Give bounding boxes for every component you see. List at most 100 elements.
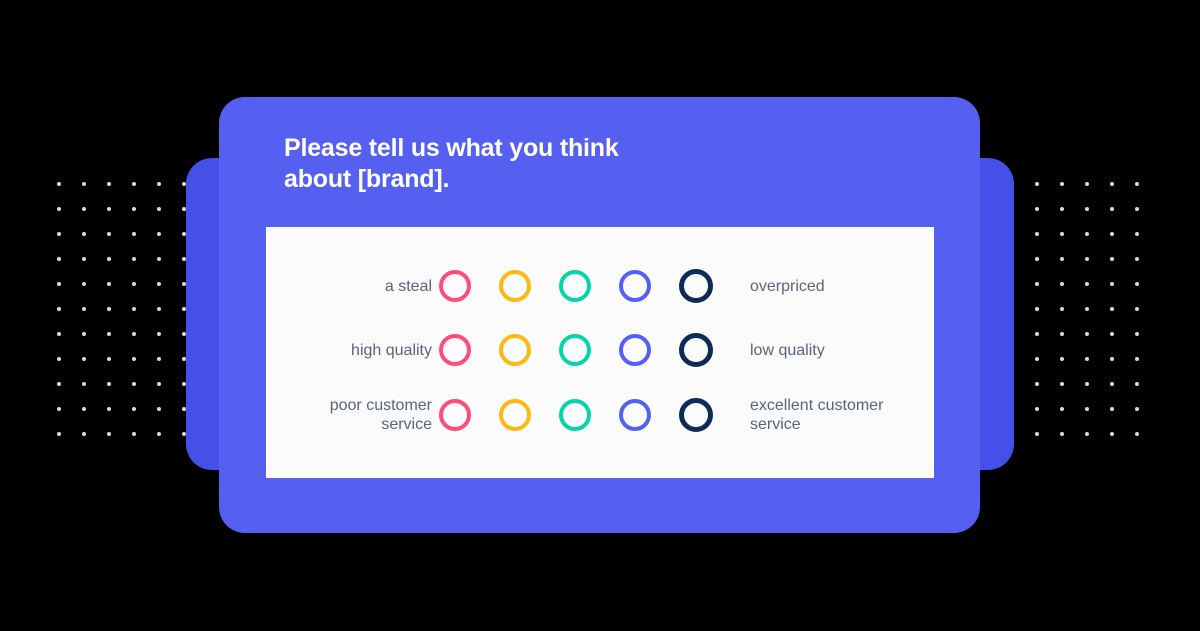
radio-price-option-5[interactable] <box>679 262 739 310</box>
decorative-dot <box>132 307 136 311</box>
circle-icon <box>679 269 713 303</box>
radio-customer-service-option-4[interactable] <box>619 391 679 439</box>
decorative-dot <box>157 307 161 311</box>
decorative-dot <box>132 232 136 236</box>
circle-icon <box>679 333 713 367</box>
row-label-left-quality: high quality <box>266 341 432 360</box>
decorative-dot <box>57 282 61 286</box>
radio-price-option-1[interactable] <box>439 262 499 310</box>
table-row: poor customer service excellent customer… <box>266 391 934 439</box>
decorative-dot <box>1110 232 1114 236</box>
decorative-dot <box>57 432 61 436</box>
decorative-dot <box>132 207 136 211</box>
decorative-dot <box>157 282 161 286</box>
circle-icon <box>559 399 591 431</box>
decorative-dot <box>107 257 111 261</box>
decorative-dot <box>157 382 161 386</box>
decorative-dot <box>1085 382 1089 386</box>
decorative-dot <box>132 282 136 286</box>
row-label-right-customer-service: excellent customer service <box>750 396 950 434</box>
decorative-dot <box>82 257 86 261</box>
decorative-dot <box>1035 257 1039 261</box>
decorative-dot <box>1060 332 1064 336</box>
decorative-dot <box>107 282 111 286</box>
decorative-dot <box>107 232 111 236</box>
circle-icon <box>439 270 471 302</box>
circle-icon <box>559 334 591 366</box>
decorative-dot <box>1085 207 1089 211</box>
decorative-dot <box>1060 307 1064 311</box>
rating-options-customer-service <box>439 391 739 439</box>
decorative-dot <box>157 407 161 411</box>
circle-icon <box>619 334 651 366</box>
decorative-dot <box>132 407 136 411</box>
decorative-dot <box>1035 207 1039 211</box>
row-label-left-line-2: service <box>381 416 432 433</box>
radio-quality-option-2[interactable] <box>499 326 559 374</box>
row-label-left-line-1: poor customer <box>329 397 432 414</box>
decorative-dot <box>1060 182 1064 186</box>
decorative-dot <box>1110 432 1114 436</box>
decorative-dot <box>1135 182 1139 186</box>
radio-quality-option-3[interactable] <box>559 326 619 374</box>
decorative-dot <box>82 282 86 286</box>
decorative-dot <box>57 232 61 236</box>
decorative-dot <box>157 357 161 361</box>
decorative-dot <box>107 357 111 361</box>
decorative-dot <box>107 332 111 336</box>
radio-quality-option-4[interactable] <box>619 326 679 374</box>
row-label-right-price: overpriced <box>750 277 950 296</box>
decorative-dot-field-left <box>57 182 191 442</box>
decorative-dot <box>82 382 86 386</box>
rating-options-price <box>439 262 739 310</box>
decorative-dot <box>1135 382 1139 386</box>
decorative-dot <box>107 382 111 386</box>
decorative-dot <box>1085 232 1089 236</box>
decorative-dot <box>1135 307 1139 311</box>
decorative-dot <box>1135 332 1139 336</box>
radio-customer-service-option-5[interactable] <box>679 391 739 439</box>
decorative-dot <box>1135 207 1139 211</box>
decorative-dot <box>1035 232 1039 236</box>
decorative-dot <box>107 432 111 436</box>
page-title-line-2: about [brand]. <box>284 165 450 193</box>
row-label-left-customer-service: poor customer service <box>266 396 432 434</box>
decorative-dot <box>1085 257 1089 261</box>
decorative-dot <box>1085 307 1089 311</box>
decorative-dot <box>1110 182 1114 186</box>
rating-options-quality <box>439 326 739 374</box>
decorative-dot <box>82 232 86 236</box>
decorative-dot <box>57 357 61 361</box>
decorative-dot <box>107 407 111 411</box>
radio-customer-service-option-2[interactable] <box>499 391 559 439</box>
decorative-dot <box>1035 357 1039 361</box>
decorative-dot <box>1135 407 1139 411</box>
radio-quality-option-5[interactable] <box>679 326 739 374</box>
decorative-dot <box>157 182 161 186</box>
radio-price-option-3[interactable] <box>559 262 619 310</box>
radio-price-option-4[interactable] <box>619 262 679 310</box>
decorative-dot <box>1085 282 1089 286</box>
circle-icon <box>499 270 531 302</box>
radio-customer-service-option-1[interactable] <box>439 391 499 439</box>
decorative-dot <box>1060 232 1064 236</box>
decorative-dot <box>132 432 136 436</box>
rating-matrix-panel: a steal overpriced high quality low qual… <box>266 227 934 478</box>
radio-quality-option-1[interactable] <box>439 326 499 374</box>
decorative-dot <box>57 257 61 261</box>
decorative-dot <box>82 407 86 411</box>
decorative-dot <box>1085 357 1089 361</box>
decorative-dot <box>1135 357 1139 361</box>
radio-customer-service-option-3[interactable] <box>559 391 619 439</box>
decorative-dot <box>157 432 161 436</box>
row-label-right-line-1: excellent customer <box>750 397 884 414</box>
circle-icon <box>619 399 651 431</box>
decorative-dot <box>1035 407 1039 411</box>
decorative-dot <box>1085 432 1089 436</box>
decorative-dot <box>82 332 86 336</box>
decorative-dot <box>1060 432 1064 436</box>
decorative-dot <box>1035 382 1039 386</box>
radio-price-option-2[interactable] <box>499 262 559 310</box>
decorative-dot <box>132 357 136 361</box>
row-label-right-line-1: low quality <box>750 341 825 359</box>
